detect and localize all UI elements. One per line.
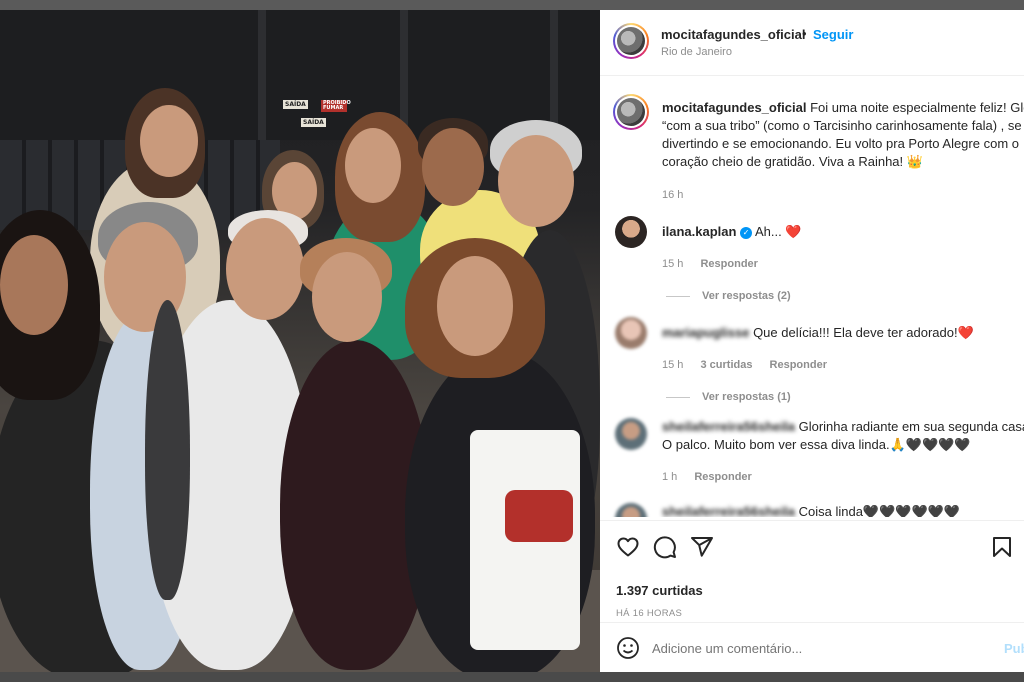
likes-count[interactable]: 1.397 curtidas [616, 583, 703, 598]
comment-line: mariapuglisse Que delícia!!! Ela deve te… [662, 324, 974, 342]
comment-meta: 15 h 3 curtidas Responder [662, 359, 827, 371]
caption-line: mocitafagundes_oficial Foi uma noite esp… [662, 99, 1024, 117]
no-smoking-sign: PROIBIDO FUMAR [321, 100, 351, 112]
add-comment-bar: Publicar [600, 622, 1024, 672]
comment-username[interactable]: ilana.kaplan [662, 224, 736, 239]
caption-text-2: “com a sua tribo” (como o Tarcisinho car… [662, 118, 1022, 133]
theater-wall [0, 10, 600, 140]
commenter-avatar[interactable] [615, 317, 647, 349]
view-replies-button[interactable]: Ver respostas (2) [666, 290, 791, 302]
comment-text: Glorinha radiante em sua segunda casa. [798, 419, 1024, 434]
face [422, 128, 484, 206]
heart-icon[interactable] [616, 535, 640, 559]
verified-badge-icon: ✓ [740, 226, 753, 239]
comment-meta: 15 h Responder [662, 258, 758, 270]
view-replies-label: Ver respostas (1) [702, 391, 791, 403]
bottom-strip [0, 672, 1024, 682]
post-actions: 1.397 curtidas HÁ 16 HORAS [600, 520, 1024, 630]
red-cuff [505, 490, 573, 542]
reply-button[interactable]: Responder [700, 258, 757, 270]
avatar-image [617, 27, 645, 55]
view-replies-label: Ver respostas (2) [702, 290, 791, 302]
bookmark-icon[interactable] [990, 535, 1014, 559]
comment-text-2: O palco. Muito bom ver essa diva linda.🙏… [662, 437, 971, 452]
likes-count[interactable]: 3 curtidas [700, 359, 752, 371]
post-header: mocitafagundes_oficial • Seguir Rio de J… [600, 10, 1024, 76]
commenter-avatar[interactable] [615, 216, 647, 248]
author-username[interactable]: mocitafagundes_oficial [661, 27, 805, 42]
comment-text: Coisa linda🖤🖤🖤🖤🖤🖤 [798, 504, 961, 517]
face [498, 135, 574, 227]
comment-time[interactable]: 15 h [662, 258, 683, 270]
exit-sign-2: SAÍDA [301, 118, 326, 127]
header-separator: • [802, 26, 807, 41]
view-replies-button[interactable]: Ver respostas (1) [666, 391, 791, 403]
comment-username[interactable]: mariapuglisse [662, 325, 749, 340]
comment-time[interactable]: 15 h [662, 359, 683, 371]
face [140, 105, 198, 177]
post-photo[interactable]: SAÍDA PROIBIDO FUMAR SAÍDA [0, 10, 600, 672]
publish-button[interactable]: Publicar [1004, 641, 1024, 656]
comment-username[interactable]: sheilaferreira56sheila [662, 504, 795, 517]
post-side-panel: mocitafagundes_oficial • Seguir Rio de J… [600, 10, 1024, 672]
caption-avatar[interactable] [613, 94, 649, 130]
comment-line: ilana.kaplan ✓ Ah... ❤️ [662, 223, 802, 241]
commenter-avatar[interactable] [615, 418, 647, 450]
exit-sign: SAÍDA [283, 100, 308, 109]
author-avatar[interactable] [613, 23, 649, 59]
replies-line [666, 295, 690, 297]
post-date[interactable]: HÁ 16 HORAS [616, 608, 682, 619]
face [226, 218, 304, 320]
comments-list[interactable]: mocitafagundes_oficial Foi uma noite esp… [600, 77, 1024, 517]
follow-button[interactable]: Seguir [813, 27, 853, 42]
caption-text-3: divertindo e se emocionando. Eu volto pr… [662, 136, 1019, 151]
caption-text-4: coração cheio de gratidão. Viva a Rainha… [662, 154, 923, 169]
emoji-icon[interactable] [616, 636, 640, 660]
face [312, 252, 382, 342]
comment-text: Ah... ❤️ [754, 224, 802, 239]
face [0, 235, 68, 335]
comment-meta: 1 h Responder [662, 471, 752, 483]
reply-button[interactable]: Responder [770, 359, 827, 371]
face [437, 256, 513, 356]
comment-time[interactable]: 1 h [662, 471, 677, 483]
post-location[interactable]: Rio de Janeiro [661, 46, 732, 58]
wall-beam [550, 10, 558, 140]
share-icon[interactable] [690, 535, 714, 559]
wall-beam [258, 10, 266, 140]
reply-button[interactable]: Responder [694, 471, 751, 483]
comment-line: sheilaferreira56sheila Glorinha radiante… [662, 418, 1024, 436]
comment-username[interactable]: sheilaferreira56sheila [662, 419, 795, 434]
comment-input[interactable] [652, 637, 982, 659]
caption-time[interactable]: 16 h [662, 189, 683, 201]
comment-line: sheilaferreira56sheila Coisa linda🖤🖤🖤🖤🖤🖤 [662, 503, 960, 517]
comment-icon[interactable] [653, 535, 677, 559]
caption-text: Foi uma noite especialmente feliz! Glóri [810, 100, 1024, 115]
comment-text: Que delícia!!! Ela deve ter adorado!❤️ [753, 325, 974, 340]
vest [145, 300, 190, 600]
avatar-image [617, 98, 645, 126]
commenter-avatar[interactable] [615, 503, 647, 517]
face [345, 128, 401, 203]
replies-line [666, 396, 690, 398]
caption-username[interactable]: mocitafagundes_oficial [662, 100, 806, 115]
top-strip [0, 0, 1024, 10]
